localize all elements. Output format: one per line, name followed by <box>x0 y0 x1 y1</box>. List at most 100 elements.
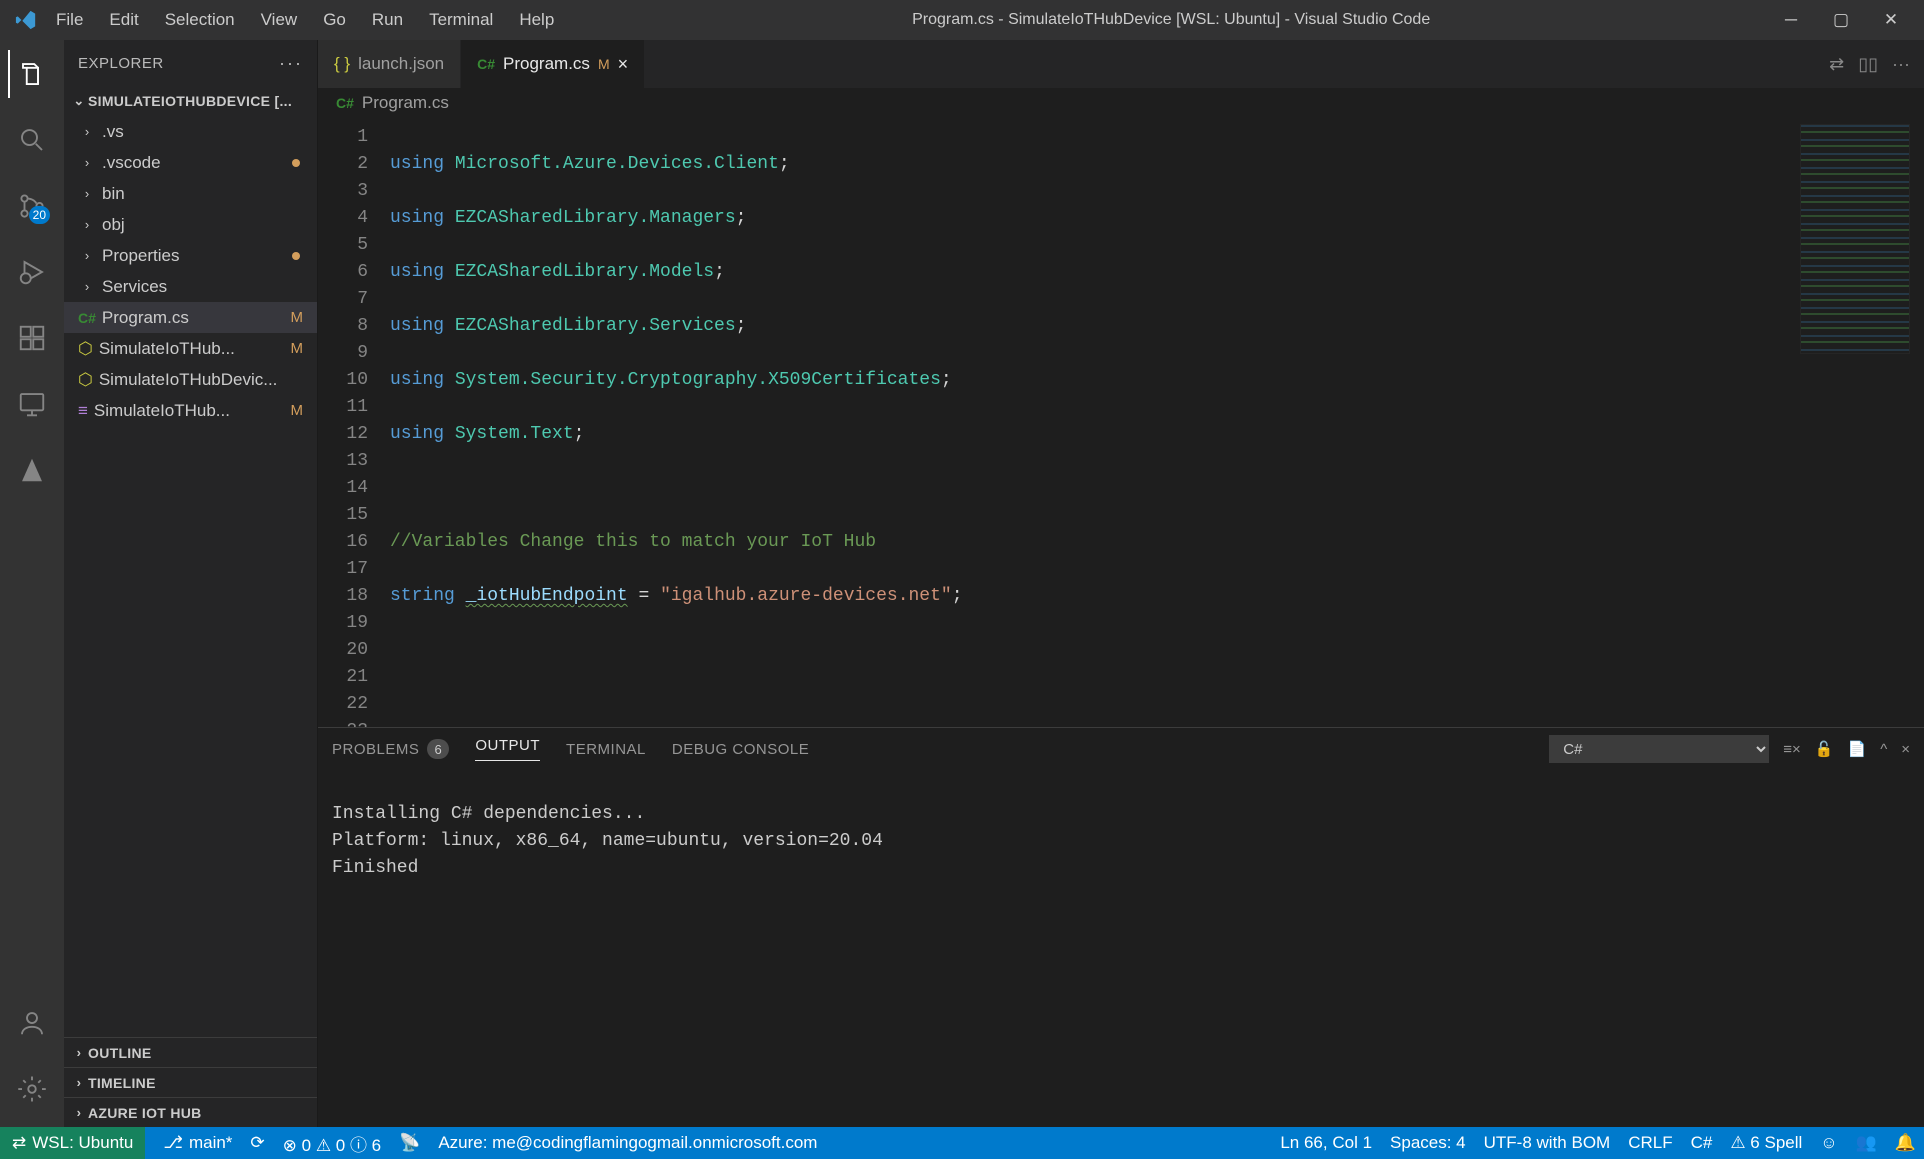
explorer-icon[interactable] <box>8 50 56 98</box>
tree-file[interactable]: ⬡SimulateIoTHub...M <box>64 333 317 364</box>
run-debug-icon[interactable] <box>8 248 56 296</box>
explorer-sidebar: EXPLORER ··· ⌄ SIMULATEIOTHUBDEVICE [...… <box>64 40 318 1127</box>
indentation[interactable]: Spaces: 4 <box>1390 1133 1466 1153</box>
settings-gear-icon[interactable] <box>8 1065 56 1113</box>
ports-button[interactable]: 📡 <box>399 1133 420 1153</box>
activity-bar: 20 <box>0 40 64 1127</box>
breadcrumb-item: Program.cs <box>362 93 449 113</box>
editor-body[interactable]: 1234567891011121314151617181920212223 us… <box>318 118 1924 727</box>
chevron-down-icon: ⌄ <box>70 93 88 109</box>
lock-scroll-icon[interactable]: 🔓 <box>1815 740 1834 758</box>
chevron-right-icon: › <box>70 1105 88 1120</box>
menu-file[interactable]: File <box>44 6 95 34</box>
workspace-header[interactable]: ⌄ SIMULATEIOTHUBDEVICE [... <box>64 86 317 116</box>
editor-actions: ⇄ ▯▯ ··· <box>1815 40 1924 88</box>
tree-file-program-cs[interactable]: C#Program.csM <box>64 302 317 333</box>
menu-selection[interactable]: Selection <box>153 6 247 34</box>
live-share-icon: 👥 <box>1856 1133 1877 1153</box>
eol[interactable]: CRLF <box>1628 1133 1672 1153</box>
chevron-right-icon: › <box>78 186 96 201</box>
menu-view[interactable]: View <box>249 6 310 34</box>
minimap[interactable] <box>1800 124 1910 354</box>
modified-badge: M <box>598 56 610 72</box>
solution-file-icon: ≡ <box>78 401 88 421</box>
encoding[interactable]: UTF-8 with BOM <box>1484 1133 1611 1153</box>
menu-terminal[interactable]: Terminal <box>417 6 505 34</box>
panel-tab-problems[interactable]: PROBLEMS 6 <box>332 739 449 759</box>
outline-section[interactable]: ›OUTLINE <box>64 1037 317 1067</box>
tree-file[interactable]: ⬡SimulateIoTHubDevic... <box>64 364 317 395</box>
accounts-icon[interactable] <box>8 999 56 1047</box>
menu-help[interactable]: Help <box>507 6 566 34</box>
remote-explorer-icon[interactable] <box>8 380 56 428</box>
chevron-right-icon: › <box>78 248 96 263</box>
azure-account[interactable]: Azure: me@codingflamingogmail.onmicrosof… <box>438 1133 817 1153</box>
panel-actions: C# ≡× 🔓 📄 ^ × <box>1549 735 1910 763</box>
collapsed-sections: ›OUTLINE ›TIMELINE ›AZURE IOT HUB <box>64 1037 317 1127</box>
extensions-icon[interactable] <box>8 314 56 362</box>
menu-edit[interactable]: Edit <box>97 6 150 34</box>
tab-launch-json[interactable]: { } launch.json <box>318 40 461 88</box>
timeline-section[interactable]: ›TIMELINE <box>64 1067 317 1097</box>
tree-folder[interactable]: ›.vscode <box>64 147 317 178</box>
panel-tab-debug-console[interactable]: DEBUG CONSOLE <box>672 741 809 758</box>
live-share-button[interactable]: 👥 <box>1856 1133 1877 1153</box>
window-controls: ─ ▢ ✕ <box>1776 10 1906 30</box>
source-control-icon[interactable]: 20 <box>8 182 56 230</box>
tree-folder[interactable]: ›.vs <box>64 116 317 147</box>
sync-icon: ⟳ <box>250 1133 264 1153</box>
sidebar-header: EXPLORER ··· <box>64 40 317 86</box>
more-actions-icon[interactable]: ··· <box>1892 54 1910 75</box>
git-branch[interactable]: ⎇ main* <box>163 1133 232 1153</box>
csharp-file-icon: C# <box>477 56 495 72</box>
spell-check[interactable]: ⚠ 6 Spell <box>1730 1133 1802 1153</box>
notifications-button[interactable]: 🔔 <box>1895 1133 1916 1153</box>
maximize-button[interactable]: ▢ <box>1826 10 1856 30</box>
close-panel-icon[interactable]: × <box>1901 741 1910 758</box>
search-icon[interactable] <box>8 116 56 164</box>
minimize-button[interactable]: ─ <box>1776 10 1806 30</box>
feedback-button[interactable]: ☺ <box>1820 1133 1837 1153</box>
workspace-name: SIMULATEIOTHUBDEVICE [... <box>88 93 292 109</box>
tree-folder[interactable]: ›Services <box>64 271 317 302</box>
azure-iot-hub-section[interactable]: ›AZURE IOT HUB <box>64 1097 317 1127</box>
menu-run[interactable]: Run <box>360 6 415 34</box>
output-content[interactable]: Installing C# dependencies...Platform: l… <box>318 770 1924 1127</box>
split-editor-icon[interactable]: ▯▯ <box>1858 54 1878 75</box>
open-log-icon[interactable]: 📄 <box>1848 740 1867 758</box>
menu-go[interactable]: Go <box>311 6 358 34</box>
chevron-right-icon: › <box>78 217 96 232</box>
cursor-position[interactable]: Ln 66, Col 1 <box>1280 1133 1372 1153</box>
json-file-icon: { } <box>334 54 350 74</box>
language-mode[interactable]: C# <box>1691 1133 1713 1153</box>
close-button[interactable]: ✕ <box>1876 10 1906 30</box>
panel-tab-terminal[interactable]: TERMINAL <box>566 741 646 758</box>
tree-file[interactable]: ≡SimulateIoTHub...M <box>64 395 317 426</box>
tree-folder[interactable]: ›obj <box>64 209 317 240</box>
branch-icon: ⎇ <box>163 1133 183 1153</box>
sidebar-title: EXPLORER <box>78 55 164 72</box>
tree-folder[interactable]: ›Properties <box>64 240 317 271</box>
sync-button[interactable]: ⟳ <box>250 1133 264 1153</box>
compare-changes-icon[interactable]: ⇄ <box>1829 54 1844 75</box>
chevron-right-icon: › <box>70 1075 88 1090</box>
modified-dot-icon <box>292 252 300 260</box>
tree-folder[interactable]: ›bin <box>64 178 317 209</box>
breadcrumb[interactable]: C# Program.cs <box>318 88 1924 118</box>
title-bar: File Edit Selection View Go Run Terminal… <box>0 0 1924 40</box>
azure-icon[interactable] <box>8 446 56 494</box>
tab-program-cs[interactable]: C# Program.cs M × <box>461 40 645 88</box>
close-tab-icon[interactable]: × <box>618 54 629 75</box>
remote-indicator[interactable]: ⇄ WSL: Ubuntu <box>0 1127 145 1159</box>
json-file-icon: ⬡ <box>78 339 93 359</box>
scm-badge: 20 <box>29 206 50 224</box>
panel-tab-output[interactable]: OUTPUT <box>475 737 540 761</box>
maximize-panel-icon[interactable]: ^ <box>1880 741 1887 758</box>
tab-label: launch.json <box>358 54 444 74</box>
code-content[interactable]: using Microsoft.Azure.Devices.Client; us… <box>390 118 1924 727</box>
problems-summary[interactable]: ⊗ 0 ⚠ 0 ⓘ 6 <box>283 1131 381 1156</box>
output-channel-select[interactable]: C# <box>1549 735 1769 763</box>
clear-output-icon[interactable]: ≡× <box>1783 741 1801 758</box>
sidebar-more-icon[interactable]: ··· <box>279 53 303 74</box>
chevron-right-icon: › <box>78 279 96 294</box>
